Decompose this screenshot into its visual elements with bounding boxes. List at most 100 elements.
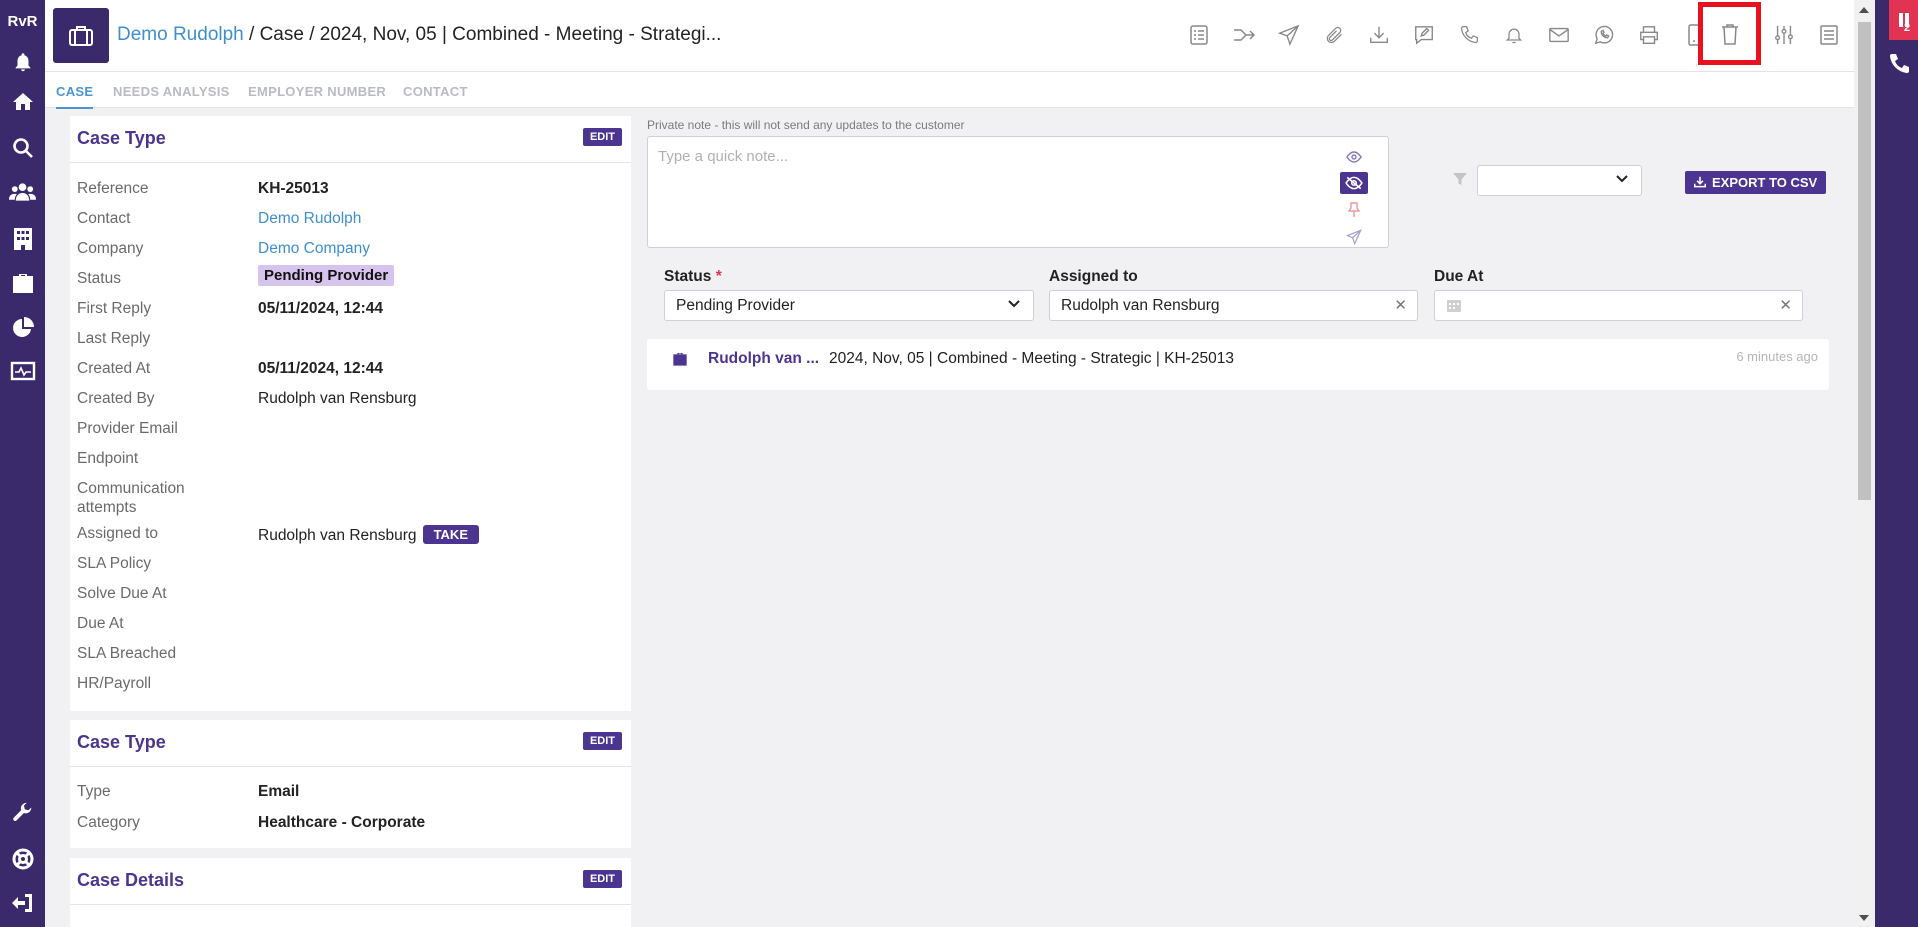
card-header: Case Details EDIT bbox=[70, 858, 631, 905]
assigned-to-select-value: Rudolph van Rensburg bbox=[1061, 297, 1220, 314]
due-at-label: Due At bbox=[77, 615, 124, 632]
list-icon[interactable] bbox=[1814, 20, 1844, 50]
tab-case[interactable]: CASE bbox=[56, 84, 94, 109]
chevron-down-icon bbox=[1615, 174, 1629, 184]
pie-chart-icon[interactable] bbox=[9, 314, 36, 341]
sliders-icon[interactable] bbox=[1769, 20, 1799, 50]
activity-timestamp: 6 minutes ago bbox=[1736, 349, 1818, 364]
case-details-card: Case Details EDIT bbox=[70, 858, 631, 927]
breadcrumb-contact-link[interactable]: Demo Rudolph bbox=[117, 24, 244, 45]
tab-needs-analysis[interactable]: NEEDS ANALYSIS bbox=[113, 84, 230, 99]
case-type-card-2: Case Type EDIT Type Email Category Healt… bbox=[70, 720, 631, 848]
page-header: Demo Rudolph / Case / 2024, Nov, 05 | Co… bbox=[45, 0, 1884, 72]
assigned-to-value-wrap: Rudolph van Rensburg TAKE bbox=[258, 525, 479, 545]
phone-icon[interactable] bbox=[1454, 20, 1484, 50]
briefcase-icon[interactable] bbox=[9, 269, 36, 296]
bell-icon[interactable] bbox=[1499, 20, 1529, 50]
export-csv-button[interactable]: EXPORT TO CSV bbox=[1685, 171, 1827, 194]
company-link[interactable]: Demo Company bbox=[258, 240, 370, 258]
scrollbar-thumb[interactable] bbox=[1858, 22, 1871, 500]
tab-bar: CASE NEEDS ANALYSIS EMPLOYER NUMBER CONT… bbox=[45, 72, 1854, 109]
trash-icon[interactable] bbox=[1698, 2, 1761, 65]
left-nav: RvR bbox=[0, 0, 45, 927]
tab-contact[interactable]: CONTACT bbox=[403, 84, 468, 99]
type-value: Email bbox=[258, 783, 300, 800]
solve-due-at-label: Solve Due At bbox=[77, 585, 167, 602]
page-scrollbar[interactable] bbox=[1854, 0, 1875, 927]
breadcrumb-trail: / Case / 2024, Nov, 05 | Combined - Meet… bbox=[243, 24, 722, 45]
checklist-icon[interactable] bbox=[1184, 20, 1214, 50]
provider-email-label: Provider Email bbox=[77, 420, 178, 437]
mail-icon[interactable] bbox=[1544, 20, 1574, 50]
users-icon[interactable] bbox=[9, 178, 36, 205]
wrench-icon[interactable] bbox=[9, 799, 36, 826]
download-icon bbox=[1693, 175, 1707, 189]
scroll-up-icon[interactable] bbox=[1859, 7, 1869, 13]
clear-icon[interactable]: ✕ bbox=[1779, 296, 1792, 314]
chat-edit-icon[interactable] bbox=[1409, 20, 1439, 50]
assigned-to-select[interactable]: Rudolph van Rensburg ✕ bbox=[1049, 290, 1418, 321]
edit-button[interactable]: EDIT bbox=[582, 870, 622, 888]
card-title: Case Type bbox=[77, 128, 166, 148]
print-icon[interactable] bbox=[1634, 20, 1664, 50]
chevron-down-icon bbox=[1007, 299, 1021, 309]
edit-button[interactable]: EDIT bbox=[582, 732, 622, 750]
quick-note-placeholder: Type a quick note... bbox=[658, 148, 789, 165]
brand-logo[interactable]: RvR bbox=[0, 0, 45, 40]
status-select[interactable]: Pending Provider bbox=[664, 290, 1034, 321]
pin-icon[interactable] bbox=[1340, 196, 1368, 223]
take-button[interactable]: TAKE bbox=[422, 525, 479, 544]
search-icon[interactable] bbox=[9, 134, 36, 161]
first-reply-label: First Reply bbox=[77, 300, 152, 317]
sla-breached-label: SLA Breached bbox=[77, 645, 177, 662]
tab-employer-number[interactable]: EMPLOYER NUMBER bbox=[248, 84, 386, 99]
activity-item[interactable]: Rudolph van ... 2024, Nov, 05 | Combined… bbox=[647, 339, 1829, 390]
eye-off-icon[interactable] bbox=[1340, 172, 1368, 194]
category-value: Healthcare - Corporate bbox=[258, 814, 426, 831]
reference-value: KH-25013 bbox=[258, 180, 329, 197]
eye-icon[interactable] bbox=[1340, 143, 1368, 170]
created-by-value: Rudolph van Rensburg bbox=[258, 390, 417, 407]
type-label: Type bbox=[77, 783, 111, 800]
notification-count: 2 bbox=[1904, 22, 1911, 34]
logout-icon[interactable] bbox=[9, 889, 36, 916]
phone-icon[interactable] bbox=[1887, 52, 1911, 76]
private-note-hint: Private note - this will not send any up… bbox=[647, 118, 965, 132]
download-icon[interactable] bbox=[1364, 20, 1394, 50]
lifebuoy-icon[interactable] bbox=[9, 845, 36, 872]
notifications-tab[interactable] bbox=[1889, 0, 1918, 40]
communication-attempts-label: Communication bbox=[77, 480, 185, 497]
card-title: Case Details bbox=[77, 870, 185, 890]
created-at-value: 05/11/2024, 12:44 bbox=[258, 360, 383, 377]
case-type-card: Case Type EDIT Reference KH-25013 Contac… bbox=[70, 116, 631, 711]
status-field-label: Status * bbox=[664, 268, 722, 285]
bell-icon[interactable] bbox=[9, 48, 36, 75]
assigned-to-value: Rudolph van Rensburg bbox=[258, 527, 417, 544]
home-icon[interactable] bbox=[9, 88, 36, 115]
contact-link[interactable]: Demo Rudolph bbox=[258, 210, 361, 228]
whatsapp-icon[interactable] bbox=[1589, 20, 1619, 50]
briefcase-icon bbox=[53, 8, 109, 63]
merge-icon[interactable] bbox=[1229, 20, 1259, 50]
attachment-icon[interactable] bbox=[1319, 20, 1349, 50]
clear-icon[interactable]: ✕ bbox=[1394, 296, 1407, 314]
scroll-down-icon[interactable] bbox=[1859, 915, 1869, 921]
edit-button[interactable]: EDIT bbox=[582, 128, 622, 146]
status-select-value: Pending Provider bbox=[676, 297, 795, 314]
send-icon[interactable] bbox=[1340, 223, 1368, 250]
building-icon[interactable] bbox=[9, 224, 36, 251]
due-at-input[interactable]: ✕ bbox=[1434, 290, 1803, 321]
quick-note-input[interactable]: Type a quick note... bbox=[647, 136, 1389, 248]
filter-icon bbox=[1453, 172, 1467, 186]
company-label: Company bbox=[77, 240, 144, 257]
export-csv-label: EXPORT TO CSV bbox=[1712, 175, 1818, 190]
activity-author[interactable]: Rudolph van ... bbox=[708, 350, 819, 368]
monitor-icon[interactable] bbox=[9, 358, 36, 385]
status-badge: Pending Provider bbox=[258, 265, 395, 286]
last-reply-label: Last Reply bbox=[77, 330, 151, 347]
send-icon[interactable] bbox=[1274, 20, 1304, 50]
created-at-label: Created At bbox=[77, 360, 151, 377]
endpoint-label: Endpoint bbox=[77, 450, 139, 467]
right-strip: 2 bbox=[1875, 0, 1918, 927]
filter-select[interactable] bbox=[1477, 165, 1642, 196]
